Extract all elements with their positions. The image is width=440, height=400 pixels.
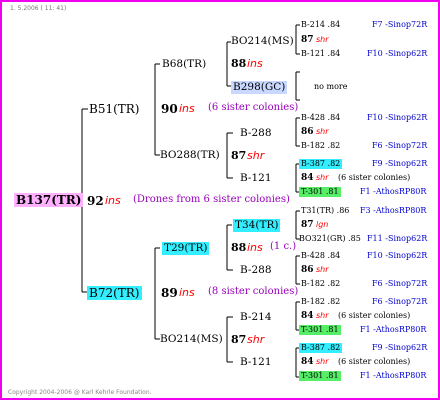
gen4-insemination: shr [316, 35, 329, 44]
root-drone-note: (Drones from 6 sister colonies) [133, 194, 290, 205]
gen4-label[interactable]: B-121 .84 [301, 50, 340, 58]
gen4-insemination: shr [316, 357, 329, 366]
gen4-source: F7 -Sinop72R [372, 20, 428, 29]
gen4-year: 84 [301, 173, 314, 183]
gen2-bo214-label[interactable]: BO214(MS) [160, 334, 223, 345]
gen4-year: 87 [301, 35, 314, 45]
gen4-note: (6 sister colonies) [338, 173, 411, 182]
gen3-bo214ms-year: 88 [231, 57, 247, 70]
gen4-year: 86 [301, 265, 314, 275]
gen4-label[interactable]: T-301 .81 [299, 325, 341, 335]
gen4-label[interactable]: B-182 .82 [301, 142, 340, 150]
gen2-bo288-label[interactable]: BO288(TR) [160, 150, 220, 161]
gen2-bo214-insemination: shr [247, 333, 265, 346]
gen4-source: F6 -Sinop72R [372, 279, 428, 288]
gen3-bo214ms-insemination: ins [247, 57, 263, 70]
gen4-source: F1 -AthosRP80R [360, 325, 427, 334]
gen3-b288a-label[interactable]: B-288 [240, 128, 272, 139]
root-insemination: ins [105, 194, 121, 207]
root-year: 92 [87, 194, 104, 208]
gen2-t29-label[interactable]: T29(TR) [162, 242, 210, 255]
gen1-b72-year: 89 [161, 286, 178, 300]
pedigree-frame: 1. 5.2006 ( 11: 41) Copyright 2004-2006 … [0, 0, 440, 400]
gen4-note: (6 sister colonies) [338, 311, 411, 320]
gen3-t34-label[interactable]: T34(TR) [233, 219, 281, 232]
gen4-insemination: lgn [316, 220, 329, 229]
gen4-label[interactable]: T-301 .81 [299, 371, 341, 381]
gen2-t29-year: 88 [231, 241, 247, 254]
gen4-source: F6 -Sinop72R [372, 297, 428, 306]
gen2-t29-note: (1 c.) [270, 241, 297, 252]
gen2-bo214-year: 87 [231, 333, 247, 346]
copyright-text: Copyright 2004-2006 @ Karl Kehrle Founda… [8, 389, 152, 396]
gen4-year: 84 [301, 357, 314, 367]
gen4-source: F3 -AthosRP80R [360, 206, 427, 215]
gen4-label[interactable]: BO321(GR) .85 [299, 235, 361, 243]
gen1-b51-insemination: ins [179, 102, 195, 115]
gen4-source: F10 -Sinop62R [367, 113, 428, 122]
gen3-b298-label[interactable]: B298(GC) [231, 81, 288, 94]
gen4-year: 86 [301, 127, 314, 137]
gen3-b214-label[interactable]: B-214 [240, 312, 272, 323]
gen3-b121a-label[interactable]: B-121 [240, 173, 272, 184]
gen4-source: F9 -Sinop62R [372, 159, 428, 168]
gen4-label[interactable]: B-428 .84 [301, 252, 340, 260]
gen4-insemination: shr [316, 173, 329, 182]
gen4-year: 87 [301, 220, 314, 230]
gen4-label[interactable]: B-182 .82 [301, 280, 340, 288]
gen1-b72-label[interactable]: B72(TR) [87, 286, 142, 300]
gen1-b72-insemination: ins [179, 286, 195, 299]
gen4-year: 84 [301, 311, 314, 321]
gen4-source: F10 -Sinop62R [367, 49, 428, 58]
gen2-b68-label[interactable]: B68(TR) [162, 59, 206, 70]
root-queen-label[interactable]: B137(TR) [14, 193, 84, 207]
gen4-source: F1 -AthosRP80R [360, 371, 427, 380]
gen4-note: (6 sister colonies) [338, 357, 411, 366]
gen1-b51-label[interactable]: B51(TR) [89, 103, 140, 115]
gen1-b51-note: (6 sister colonies) [208, 102, 299, 113]
gen4-insemination: shr [316, 265, 329, 274]
gen1-b51-year: 90 [161, 102, 178, 116]
gen4-label[interactable]: B-182 .82 [301, 298, 340, 306]
gen3-b298-note: no more [314, 82, 348, 91]
gen4-source: F6 -Sinop72R [372, 141, 428, 150]
gen2-t29-insemination: ins [247, 241, 263, 254]
gen4-label[interactable]: B-387 .82 [299, 343, 343, 353]
gen4-insemination: shr [316, 127, 329, 136]
gen2-bo288-year: 87 [231, 149, 247, 162]
gen4-label[interactable]: B-387 .82 [299, 159, 343, 169]
gen4-source: F9 -Sinop62R [372, 343, 428, 352]
gen3-b288b-label[interactable]: B-288 [240, 265, 272, 276]
gen4-source: F11 -Sinop62R [367, 234, 428, 243]
gen4-label[interactable]: B-428 .84 [301, 114, 340, 122]
generated-date: 1. 5.2006 ( 11: 41) [10, 5, 67, 12]
gen4-insemination: shr [316, 311, 329, 320]
gen4-source: F1 -AthosRP80R [360, 187, 427, 196]
gen3-b121b-label[interactable]: B-121 [240, 357, 272, 368]
gen4-source: F10 -Sinop62R [367, 251, 428, 260]
gen1-b72-note: (8 sister colonies) [208, 286, 299, 297]
gen4-label[interactable]: B-214 .84 [301, 21, 340, 29]
gen4-label[interactable]: T31(TR) .86 [301, 207, 349, 215]
gen3-bo214ms-label[interactable]: BO214(MS) [231, 36, 294, 47]
gen4-label[interactable]: T-301 .81 [299, 187, 341, 197]
gen2-bo288-insemination: shr [247, 149, 265, 162]
